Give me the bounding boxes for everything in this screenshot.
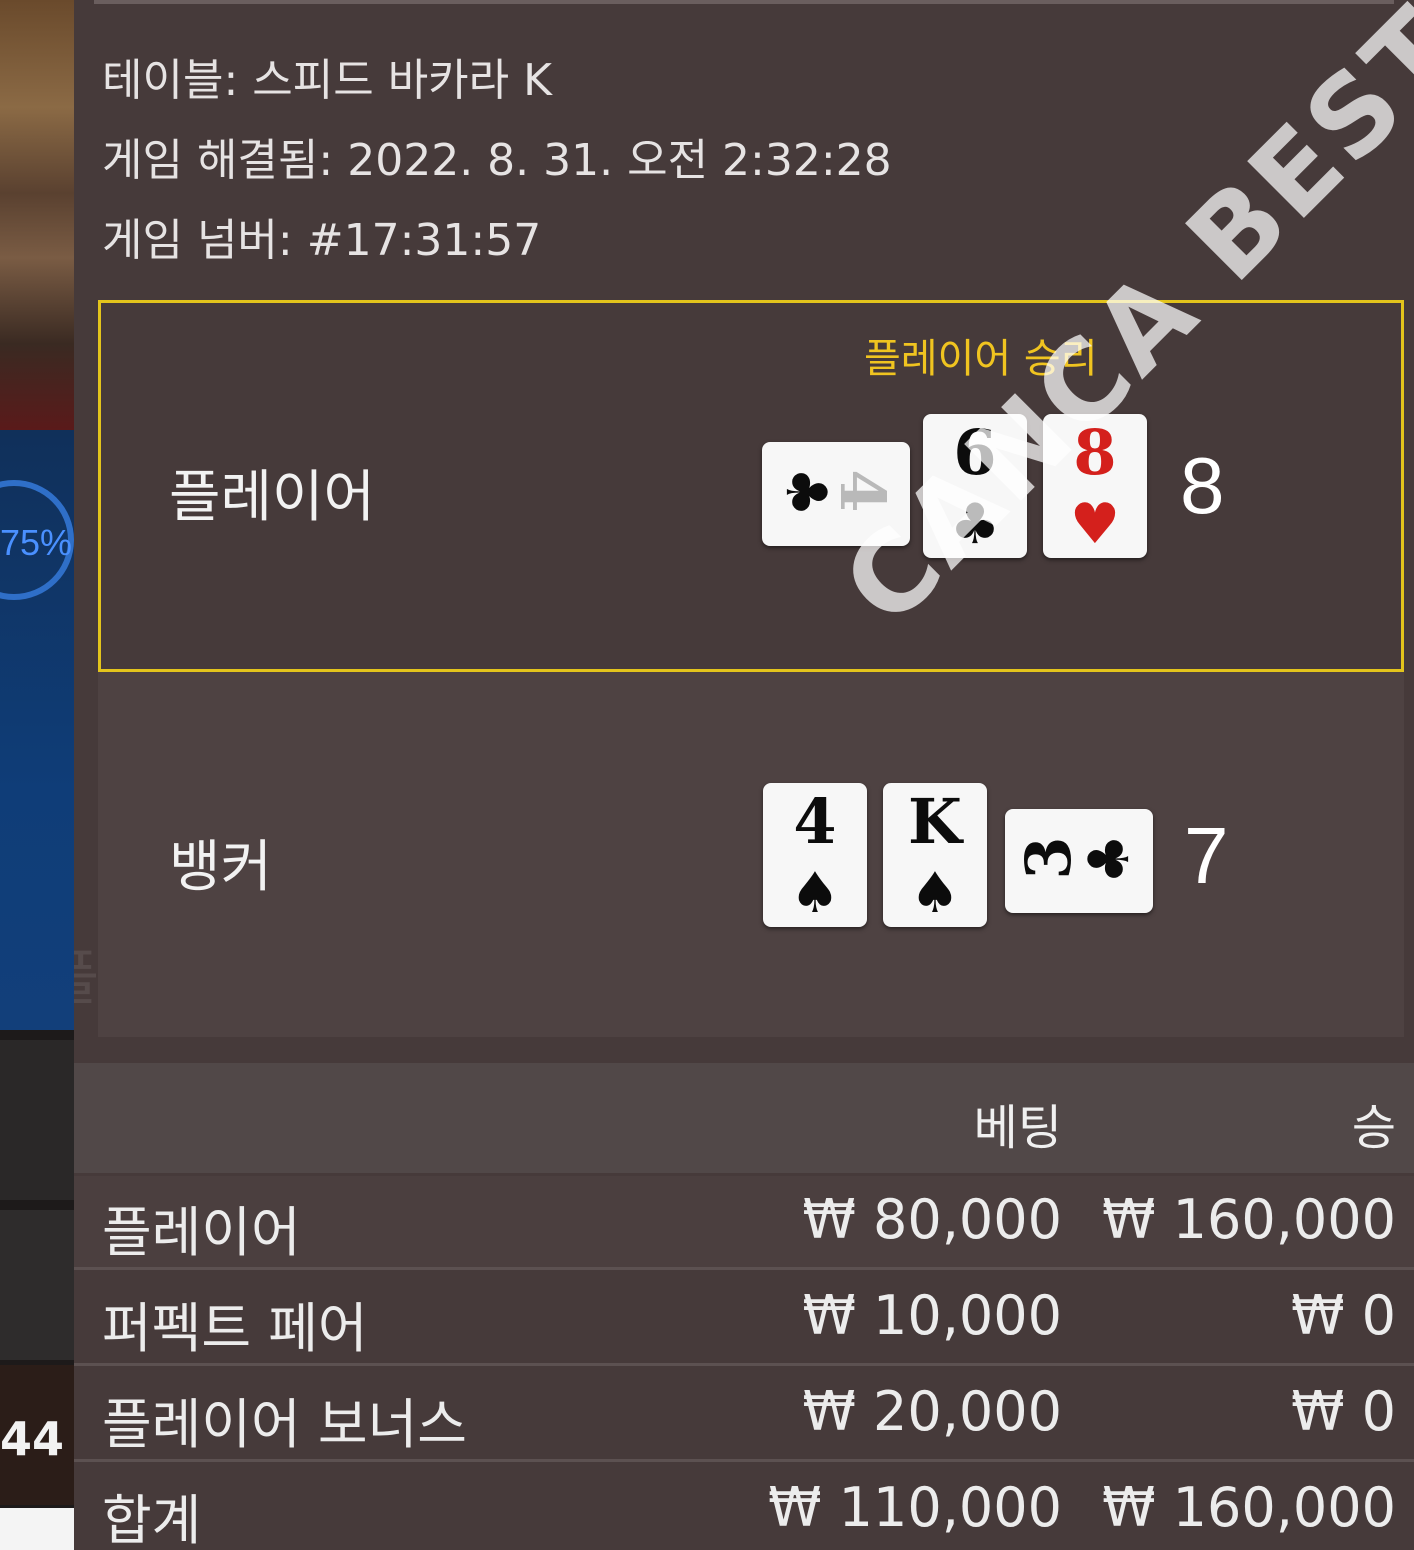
total-label: 합계 bbox=[102, 1489, 202, 1550]
game-number-info: 게임 넘버: #17:31:57 bbox=[102, 204, 541, 268]
bet-row-name: 플레이어 bbox=[102, 1201, 301, 1264]
background-bead-road bbox=[0, 1508, 74, 1550]
game-number-label: 게임 넘버: bbox=[102, 215, 293, 266]
banker-card-1: 4 ♠ bbox=[763, 783, 867, 927]
player-card-3-rank: 8 bbox=[1073, 416, 1117, 489]
bet-row-amount: ₩ 20,000 bbox=[802, 1380, 1062, 1443]
game-number-value: #17:31:57 bbox=[306, 215, 542, 266]
bet-row-player: 플레이어 ₩ 80,000 ₩ 160,000 bbox=[74, 1176, 1414, 1270]
bet-row-win: ₩ 0 bbox=[1291, 1380, 1396, 1443]
winner-badge: 플레이어 승리 bbox=[864, 336, 1098, 382]
bet-table-header bbox=[74, 1063, 1414, 1173]
heart-icon: ♥ bbox=[1069, 491, 1121, 557]
bet-row-perfect-pair: 퍼펙트 페어 ₩ 10,000 ₩ 0 bbox=[74, 1272, 1414, 1366]
banker-hand-label: 뱅커 bbox=[169, 835, 273, 900]
player-score: 8 bbox=[1180, 441, 1225, 530]
bet-row-player-bonus: 플레이어 보너스 ₩ 20,000 ₩ 0 bbox=[74, 1368, 1414, 1462]
banker-card-1-rank: 4 bbox=[793, 785, 837, 858]
resolved-label: 게임 해결됨: bbox=[102, 135, 334, 186]
bet-row-name: 플레이어 보너스 bbox=[102, 1393, 467, 1456]
player-hand-label: 플레이어 bbox=[169, 465, 376, 530]
bet-column-header: 베팅 bbox=[973, 1100, 1062, 1156]
bet-row-name: 퍼펙트 페어 bbox=[102, 1297, 368, 1360]
row-divider bbox=[74, 1267, 1414, 1270]
row-divider bbox=[74, 1363, 1414, 1366]
resolved-info: 게임 해결됨: 2022. 8. 31. 오전 2:32:28 bbox=[102, 124, 892, 188]
player-card-3: 8 ♥ bbox=[1043, 414, 1147, 558]
total-bet: ₩ 110,000 bbox=[768, 1476, 1062, 1539]
bet-row-amount: ₩ 80,000 bbox=[802, 1188, 1062, 1251]
background-game-ui: 75% 44 bbox=[0, 0, 74, 1550]
spade-icon: ♠ bbox=[909, 860, 961, 926]
player-card-2: 6 ♣ bbox=[923, 414, 1027, 558]
banker-card-3-rank: 3 bbox=[1012, 836, 1085, 880]
spade-icon: ♠ bbox=[789, 860, 841, 926]
banker-score: 7 bbox=[1184, 811, 1229, 900]
background-table-scene bbox=[0, 0, 74, 430]
background-side-bet-2 bbox=[0, 1210, 74, 1360]
row-divider bbox=[74, 1459, 1414, 1462]
background-percent-label: 75% bbox=[0, 522, 73, 563]
bet-row-win: ₩ 160,000 bbox=[1102, 1188, 1396, 1251]
club-icon: ♣ bbox=[773, 466, 839, 518]
resolved-value: 2022. 8. 31. 오전 2:32:28 bbox=[347, 135, 892, 186]
background-counter: 44 bbox=[0, 1412, 65, 1466]
win-column-header: 승 bbox=[1351, 1100, 1396, 1156]
table-info: 테이블: 스피드 바카라 K bbox=[102, 44, 552, 108]
player-card-1: 4 ♣ bbox=[762, 442, 910, 546]
club-icon: ♣ bbox=[1076, 833, 1142, 885]
background-side-bet-1 bbox=[0, 1040, 74, 1200]
banker-card-2-rank: K bbox=[908, 785, 962, 858]
round-detail-panel: 플레이어 무 8:1 뱅커 테이블: 스피드 바카라 K 게임 해결됨: 202… bbox=[74, 0, 1414, 1550]
banker-card-2: K ♠ bbox=[883, 783, 987, 927]
player-card-2-rank: 6 bbox=[953, 416, 997, 489]
club-icon: ♣ bbox=[949, 491, 1001, 557]
table-value: 스피드 바카라 K bbox=[252, 55, 552, 106]
bet-row-win: ₩ 0 bbox=[1291, 1284, 1396, 1347]
total-win: ₩ 160,000 bbox=[1102, 1476, 1396, 1539]
bet-row-total: 합계 ₩ 110,000 ₩ 160,000 bbox=[74, 1464, 1414, 1550]
panel-top-divider bbox=[94, 0, 1394, 4]
banker-card-3: 3 ♣ bbox=[1005, 809, 1153, 913]
bet-row-amount: ₩ 10,000 bbox=[802, 1284, 1062, 1347]
table-label: 테이블: bbox=[102, 55, 239, 106]
